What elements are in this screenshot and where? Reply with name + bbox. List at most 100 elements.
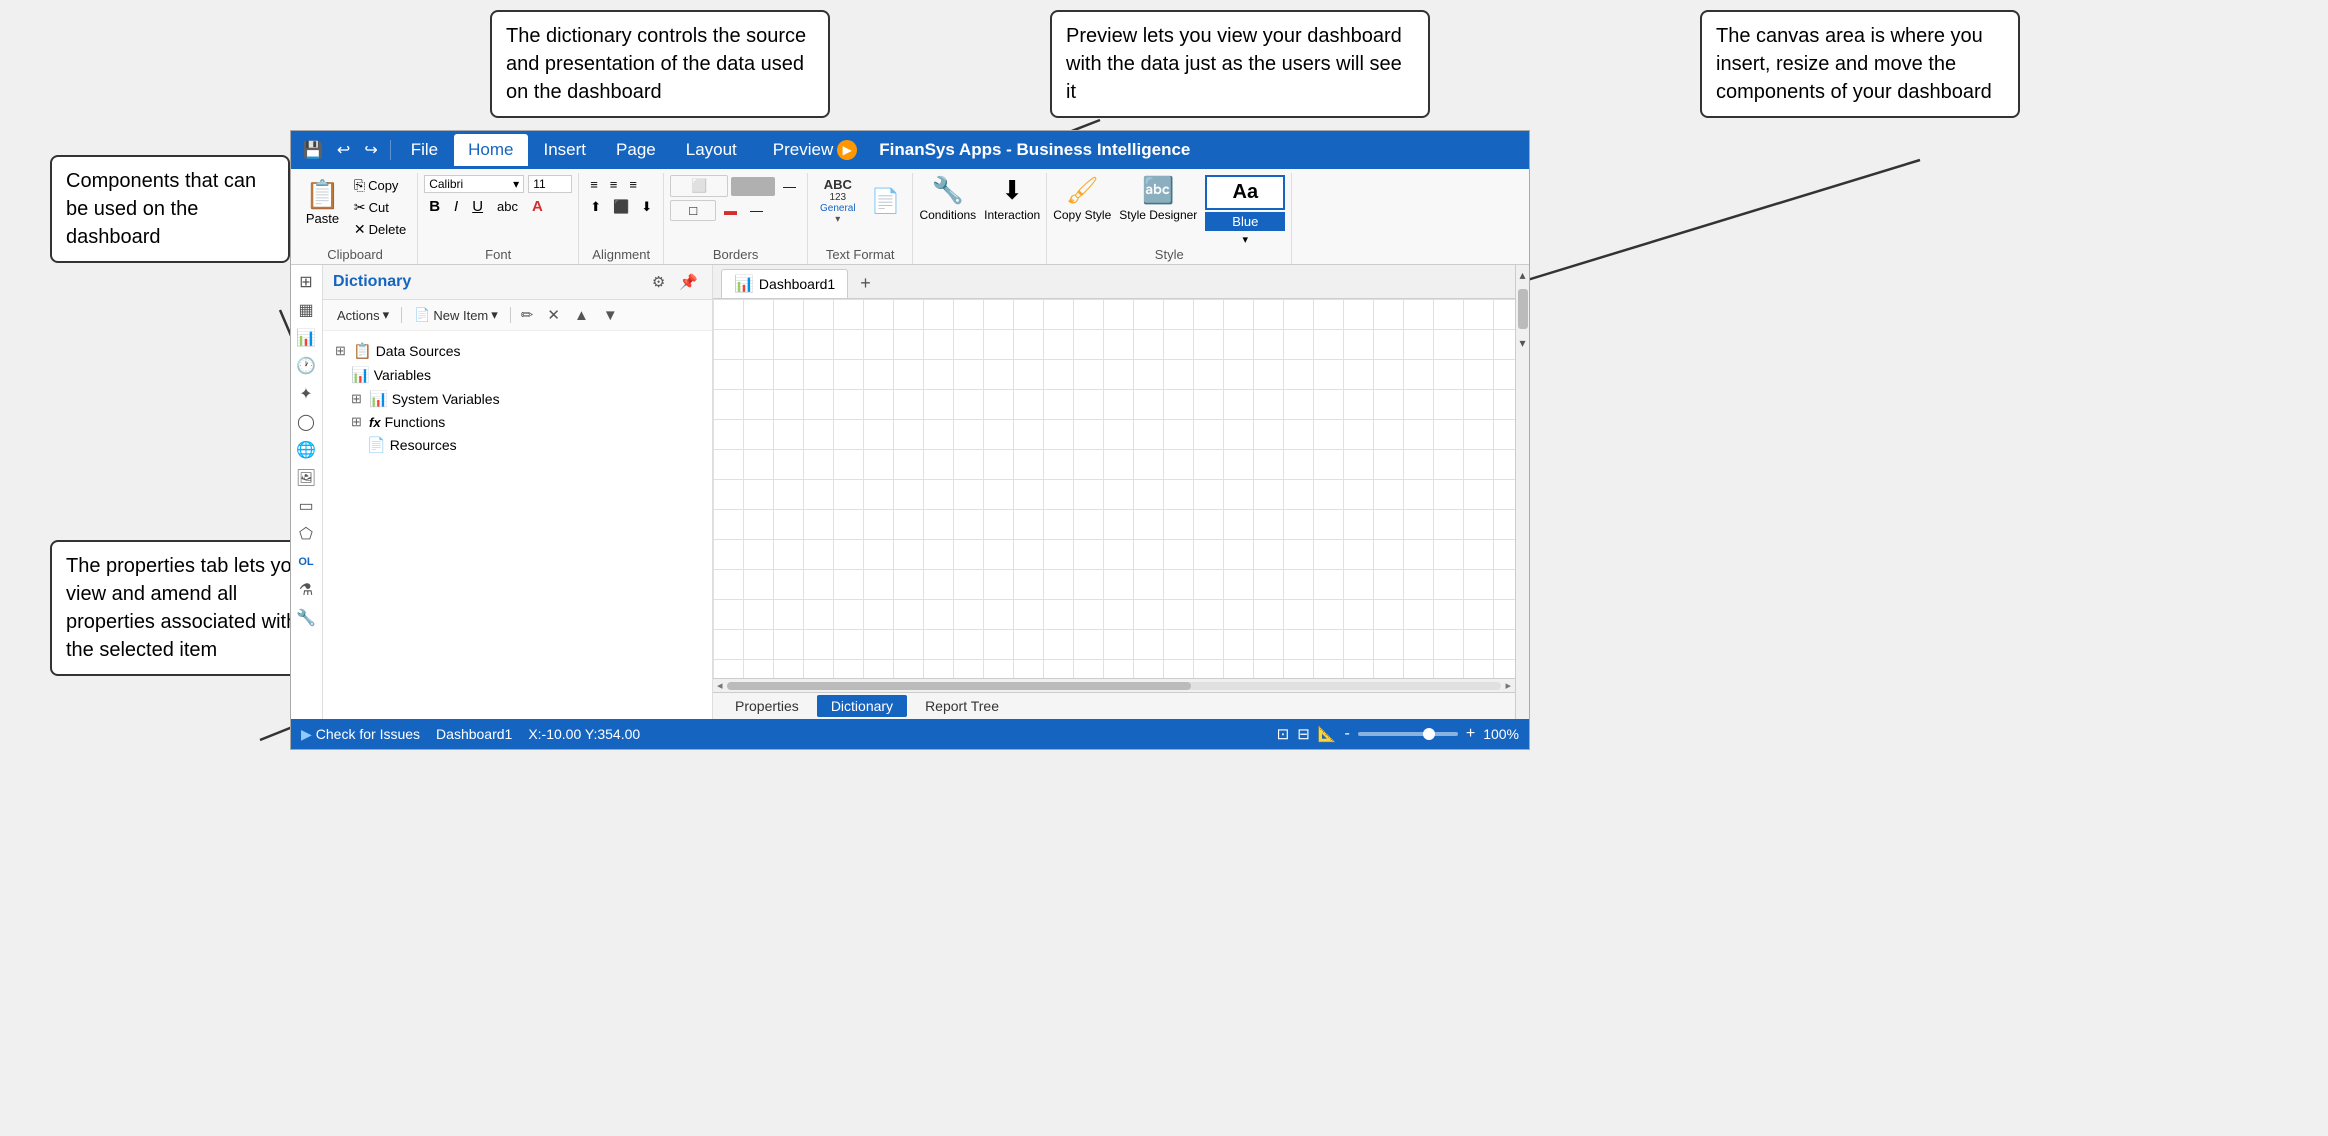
sidebar-rect-icon[interactable]: ▭ [291,493,321,519]
text-format-btn[interactable]: 📄 [865,184,907,219]
style-label: Style [1155,247,1184,262]
tab-file[interactable]: File [397,134,452,166]
paste-button[interactable]: 📋 Paste [299,175,346,229]
zoom-slider[interactable] [1358,732,1458,736]
fit-page-icon[interactable]: ⊡ [1277,725,1290,743]
new-item-button[interactable]: 📄 New Item ▾ [408,305,504,325]
italic-button[interactable]: I [449,196,463,217]
align-center-button[interactable]: ≡ [605,175,623,194]
callout-properties: The properties tab lets you view and ame… [50,540,320,676]
copy-button[interactable]: ⎘ Copy [349,175,411,196]
conditions-button[interactable]: 🔧 Conditions [919,175,976,222]
sidebar-shape-icon[interactable]: ⬠ [291,521,321,547]
copy-style-button[interactable]: 🖌 Copy Style [1053,175,1111,222]
cut-icon: ✂ [354,199,366,216]
actions-button[interactable]: Actions ▾ [331,305,395,325]
check-issues-button[interactable]: ▶ Check for Issues [301,726,420,743]
scroll-right-arrow[interactable]: ▸ [1505,679,1511,692]
border-fill-btn[interactable] [731,177,775,196]
undo-icon[interactable]: ↩ [331,136,356,164]
fit-width-icon[interactable]: ⊟ [1297,725,1310,743]
underline-button[interactable]: U [467,196,488,217]
zoom-level: 100% [1483,726,1519,742]
tab-page[interactable]: Page [602,134,670,166]
dictionary-tab[interactable]: Dictionary [817,695,907,717]
sidebar-chart-icon[interactable]: 📊 [291,325,321,351]
font-color-button[interactable]: A [527,196,548,217]
dict-settings-icon[interactable]: ⚙ [648,271,669,293]
horizontal-scrollbar[interactable]: ◂ ▸ [713,678,1515,692]
sidebar-circle-icon[interactable]: ◯ [291,409,321,435]
tree-item-resources[interactable]: 📄 Resources [363,433,704,457]
interaction-button[interactable]: ⬇ Interaction [984,175,1040,222]
zoom-minus-button[interactable]: - [1345,725,1350,743]
sidebar-wrench-icon[interactable]: 🔧 [291,605,321,631]
callout-components: Components that can be used on the dashb… [50,155,290,263]
clipboard-label: Clipboard [327,247,383,262]
border-more-btn[interactable]: — [745,201,768,220]
align-middle-button[interactable]: ⬛ [608,197,634,217]
align-bottom-button[interactable]: ⬇ [636,197,657,217]
font-size-selector[interactable]: 11 [528,175,572,193]
sidebar-grid-icon[interactable]: ▦ [291,297,321,323]
conditions-content: 🔧 Conditions ⬇ Interaction [919,175,1040,262]
h-scroll-thumb[interactable] [727,682,1192,690]
style-designer-button[interactable]: 🔤 Style Designer [1119,175,1197,222]
sidebar-filter-icon[interactable]: ⚗ [291,577,321,603]
style-preview-item[interactable]: Aa Blue ▾ [1205,175,1285,246]
sidebar-table-icon[interactable]: ⊞ [291,269,321,295]
bold-button[interactable]: B [424,196,445,217]
paste-icon: 📋 [305,178,340,211]
dict-pin-icon[interactable]: 📌 [675,271,702,293]
align-top-button[interactable]: ⬆ [585,197,606,217]
tree-item-data-sources[interactable]: ⊞ 📋 Data Sources [331,339,704,363]
sidebar-image-icon[interactable]: 🖼 [291,465,321,491]
save-icon[interactable]: 💾 [297,136,329,164]
preview-button[interactable]: Preview ▶ [773,140,857,160]
text-format-label: Text Format [826,247,895,262]
tree-item-system-variables[interactable]: ⊞ 📊 System Variables [347,387,704,411]
resources-container: 📄 Resources [363,433,704,457]
callout-preview-text: Preview lets you view your dashboard wit… [1066,25,1402,103]
scroll-down-arrow[interactable]: ▾ [1516,333,1528,353]
dict-down-icon[interactable]: ▼ [599,305,622,326]
dict-edit-icon[interactable]: ✏ [517,304,538,326]
align-left-button[interactable]: ≡ [585,175,603,194]
vertical-scrollbar[interactable]: ▴ ▾ [1515,265,1529,719]
sidebar-ol-icon[interactable]: OL [291,549,321,575]
delete-button[interactable]: ✕ Delete [349,219,411,240]
sidebar-clock-icon[interactable]: 🕐 [291,353,321,379]
dict-delete-icon[interactable]: ✕ [543,304,564,326]
border-style-btn[interactable]: ⬜ [670,175,728,197]
zoom-plus-button[interactable]: + [1466,725,1475,743]
border-color-btn[interactable]: ▬ [719,201,742,220]
border-line-btn[interactable]: — [778,177,801,196]
scroll-left-arrow[interactable]: ◂ [717,679,723,692]
cut-button[interactable]: ✂ Cut [349,197,411,218]
canvas-tabs-bar: 📊 Dashboard1 + [713,265,1515,299]
tree-item-variables[interactable]: 📊 Variables [347,363,704,387]
canvas-grid[interactable] [713,299,1515,678]
dict-up-icon[interactable]: ▲ [570,305,593,326]
h-scroll-track[interactable] [727,682,1502,690]
strikethrough-button[interactable]: abc [492,197,523,216]
actual-size-icon[interactable]: 📐 [1318,725,1337,743]
tab-home[interactable]: Home [454,134,527,166]
redo-icon[interactable]: ↪ [358,136,383,164]
tab-layout[interactable]: Layout [672,134,751,166]
sidebar-globe-icon[interactable]: 🌐 [291,437,321,463]
zoom-slider-thumb[interactable] [1423,728,1435,740]
report-tree-tab[interactable]: Report Tree [911,695,1013,717]
scroll-thumb[interactable] [1518,289,1528,329]
sidebar-star-icon[interactable]: ✦ [291,381,321,407]
font-selector[interactable]: Calibri ▾ [424,175,524,193]
align-right-button[interactable]: ≡ [624,175,642,194]
tab-insert[interactable]: Insert [530,134,601,166]
add-tab-button[interactable]: + [852,271,879,296]
border-outer-btn[interactable]: □ [670,200,716,221]
dictionary-toolbar: Actions ▾ 📄 New Item ▾ ✏ ✕ ▲ ▼ [323,300,712,331]
tree-item-functions[interactable]: ⊞ fx Functions [347,411,704,433]
properties-tab[interactable]: Properties [721,695,813,717]
scroll-up-arrow[interactable]: ▴ [1516,265,1528,285]
dashboard-tab[interactable]: 📊 Dashboard1 [721,269,848,298]
